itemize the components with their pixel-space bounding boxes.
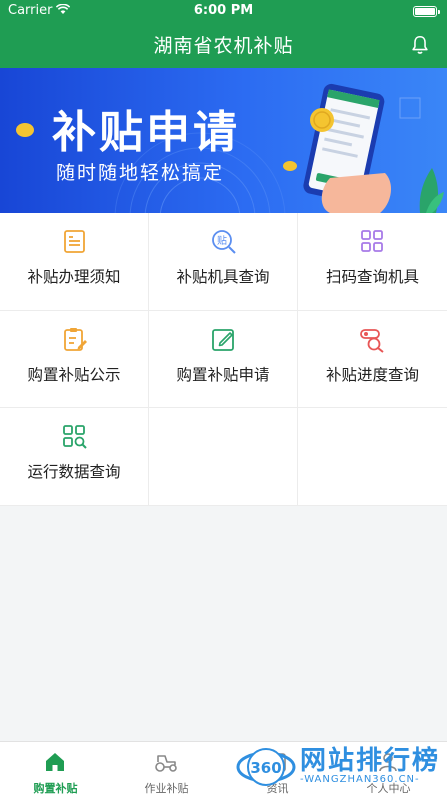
- watermark-logo: 360: [236, 748, 296, 786]
- watermark: 360 网站排行榜 -WANGZHAN360.CN-: [236, 740, 447, 795]
- grid-item-label: 购置补贴申请: [176, 365, 270, 384]
- banner-title: 补贴申请: [52, 107, 240, 158]
- grid-item-label: 购置补贴公示: [27, 365, 121, 384]
- status-time: 6:00 PM: [193, 3, 254, 18]
- page-title: 湖南省农机补贴: [153, 35, 294, 57]
- tab-work-subsidy[interactable]: 作业补贴: [111, 742, 222, 795]
- grid-empty-cell: [298, 408, 447, 507]
- grid-item-label: 运行数据查询: [27, 463, 121, 482]
- document-icon: [64, 230, 85, 253]
- watermark-url: -WANGZHAN360.CN-: [300, 774, 420, 785]
- tab-label: 购置补贴: [33, 782, 78, 795]
- edit-icon: [212, 328, 234, 351]
- tractor-icon: [155, 755, 177, 772]
- grid-item-label: 补贴办理须知: [27, 268, 121, 286]
- subsidy-search-icon: 贴: [212, 230, 236, 254]
- tab-purchase-subsidy[interactable]: 购置补贴: [0, 742, 111, 795]
- grid-item-subsidy-publicity[interactable]: 购置补贴公示: [0, 310, 149, 409]
- grid-item-machine-query[interactable]: 贴 补贴机具查询: [149, 213, 298, 311]
- grid-item-label: 补贴进度查询: [325, 365, 419, 384]
- grid-item-progress-query[interactable]: 补贴进度查询: [298, 311, 447, 409]
- app-header: Carrier 6:00 PM 湖南省农机补贴: [0, 0, 447, 68]
- clipboard-edit-icon: [64, 327, 87, 351]
- grid-item-operation-data[interactable]: 运行数据查询: [0, 408, 149, 507]
- grid-item-scan-query[interactable]: 扫码查询机具: [298, 213, 447, 311]
- home-icon: [46, 753, 64, 771]
- watermark-text: 网站排行榜: [300, 746, 441, 776]
- bell-icon[interactable]: [409, 34, 431, 56]
- promo-banner[interactable]: 补贴申请 随时随地轻松搞定: [0, 68, 447, 213]
- battery-icon: [413, 6, 440, 17]
- watermark-badge: 360: [250, 759, 281, 777]
- progress-search-icon: [360, 328, 384, 353]
- grid-empty-cell: [149, 408, 298, 507]
- grid-item-label: 扫码查询机具: [325, 268, 419, 286]
- status-bar: Carrier 6:00 PM: [0, 0, 447, 22]
- svg-text:贴: 贴: [217, 234, 227, 247]
- function-grid: 补贴办理须知 贴 补贴机具查询 扫码查询机具 购置补贴公示 购置补贴申请 补贴进…: [0, 213, 447, 507]
- grid-item-subsidy-notice[interactable]: 补贴办理须知: [0, 213, 149, 311]
- grid-search-icon: [63, 425, 87, 450]
- tab-label: 作业补贴: [144, 782, 189, 795]
- banner-subtitle: 随时随地轻松搞定: [56, 162, 225, 184]
- grid-item-subsidy-apply[interactable]: 购置补贴申请: [149, 310, 298, 409]
- grid-item-label: 补贴机具查询: [176, 268, 270, 286]
- qr-scan-icon: [361, 230, 383, 252]
